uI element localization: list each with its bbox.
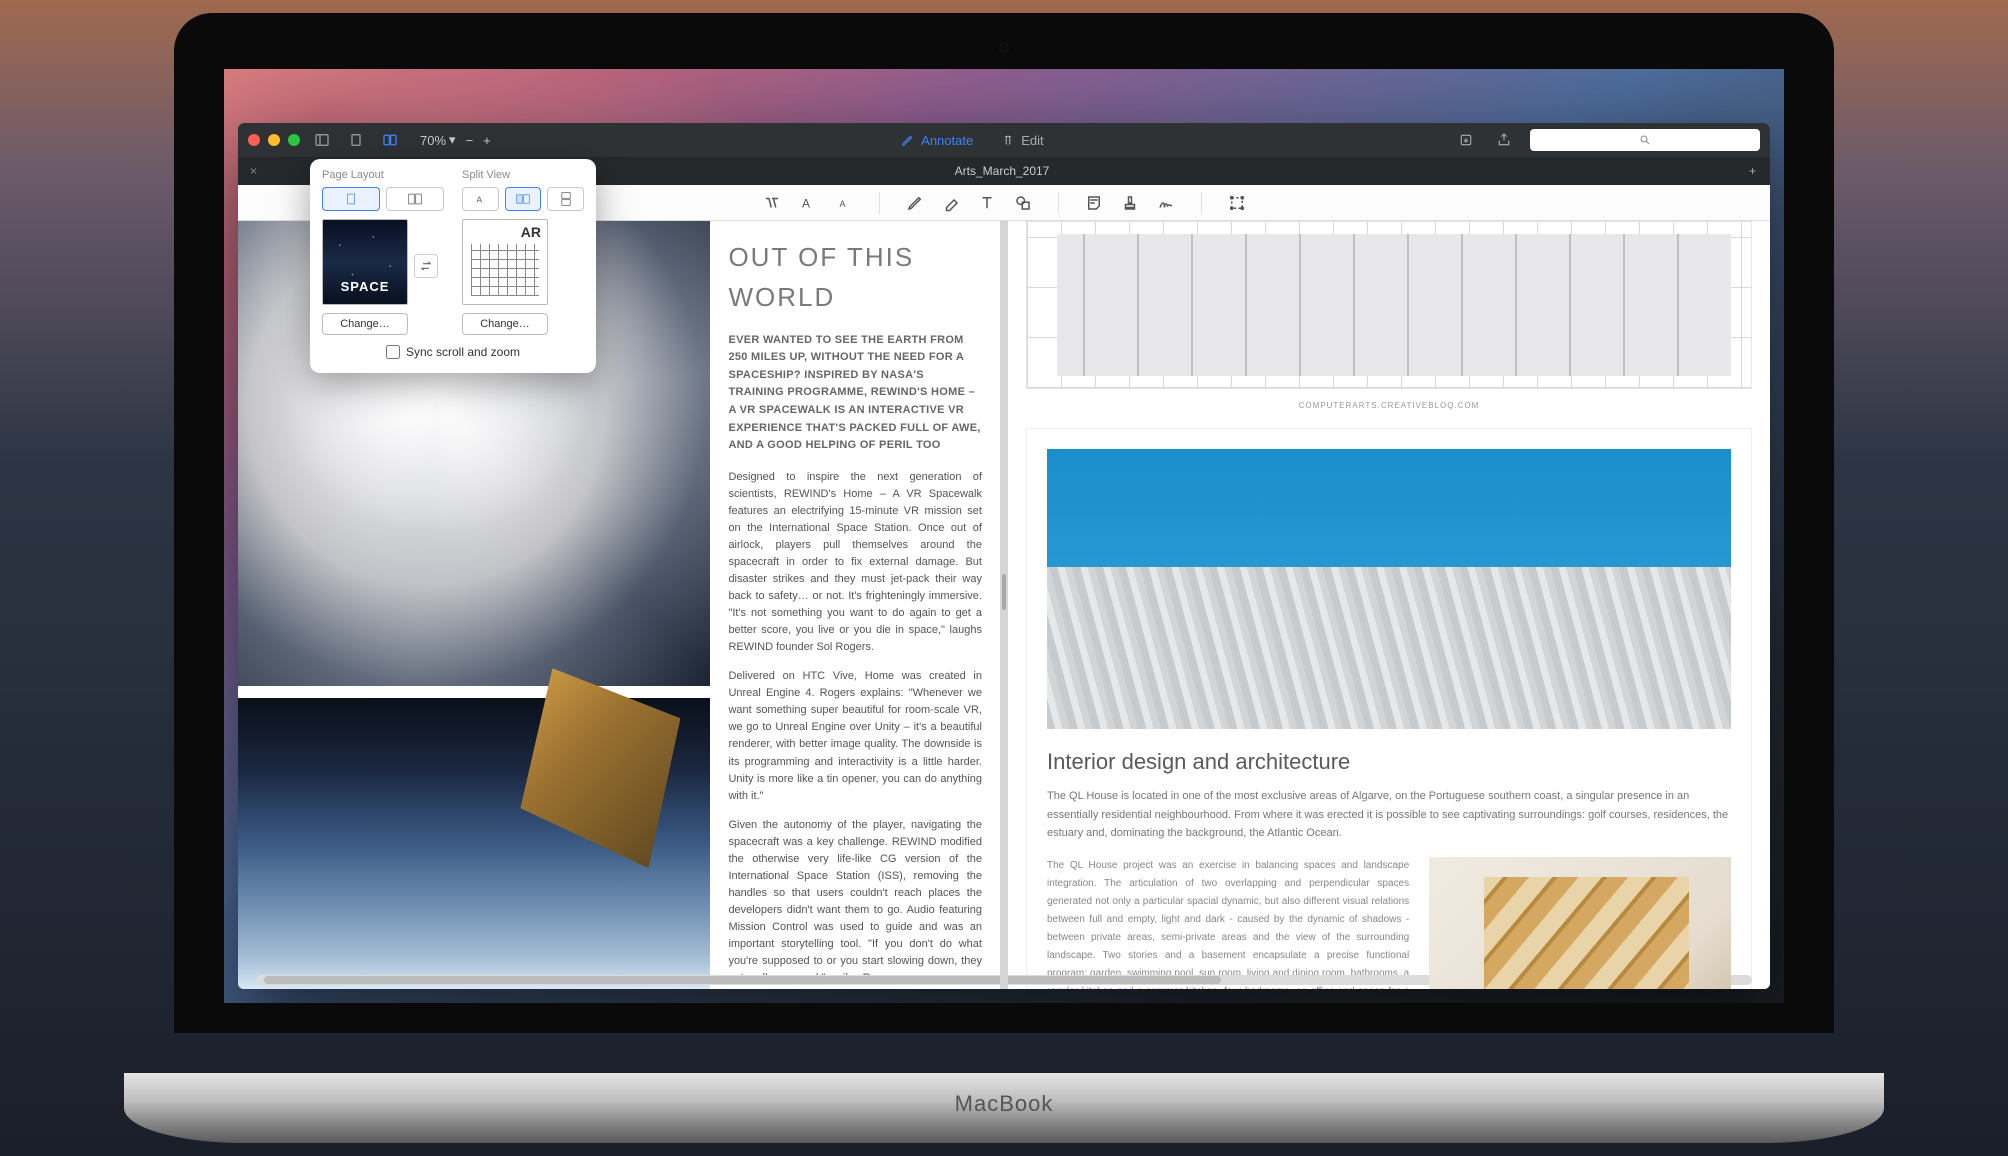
zoom-dropdown[interactable]: 70% ▾	[420, 132, 456, 148]
edit-button[interactable]: Edit	[1001, 133, 1043, 148]
page-layout-column: Page Layout SPACE Chang	[322, 169, 444, 335]
right-thumbnail	[462, 219, 548, 305]
single-page-option[interactable]	[322, 187, 380, 211]
split-view-segment: A	[462, 187, 584, 211]
screen-bezel: 70% ▾ − + Annotate	[174, 13, 1834, 1033]
font-decrease-icon[interactable]: A	[833, 192, 855, 214]
page-layout-label: Page Layout	[322, 169, 444, 181]
maximize-button[interactable]	[288, 134, 300, 146]
article-headline: OUT OF THIS WORLD	[728, 237, 982, 318]
annotate-button[interactable]: Annotate	[901, 133, 973, 148]
import-icon[interactable]	[1454, 130, 1478, 150]
split-vertical-option[interactable]	[547, 187, 584, 211]
swap-documents-button[interactable]	[414, 254, 438, 278]
zoom-value: 70%	[420, 133, 446, 148]
single-page-icon[interactable]	[344, 130, 368, 150]
sync-checkbox[interactable]	[386, 345, 400, 359]
change-right-button[interactable]: Change…	[462, 313, 548, 335]
toolbar-right	[1454, 129, 1760, 151]
interior-intro: The QL House is located in one of the mo…	[1047, 787, 1731, 843]
pencil-icon[interactable]	[904, 192, 926, 214]
tab-close-button[interactable]: ×	[238, 164, 269, 178]
split-off-option[interactable]: A	[462, 187, 499, 211]
staircase-photo	[1429, 857, 1731, 989]
share-icon[interactable]	[1492, 130, 1516, 150]
zoom-group: 70% ▾ − +	[420, 132, 491, 148]
edit-label: Edit	[1021, 133, 1043, 148]
toolbar-center: Annotate Edit	[901, 133, 1043, 148]
font-increase-icon[interactable]: A	[797, 192, 819, 214]
left-text-column: OUT OF THIS WORLD EVER WANTED TO SEE THE…	[710, 221, 1000, 989]
separator	[1201, 192, 1202, 214]
body-paragraph: Designed to inspire the next generation …	[728, 469, 982, 657]
site-url: COMPUTERARTS.CREATIVEBLOQ.COM	[1008, 401, 1770, 410]
separator	[1058, 192, 1059, 214]
minimize-button[interactable]	[268, 134, 280, 146]
architecture-elevation-drawing	[1026, 221, 1752, 389]
note-icon[interactable]	[1083, 192, 1105, 214]
separator	[879, 192, 880, 214]
article-body: Designed to inspire the next generation …	[728, 469, 982, 989]
body-paragraph: Given the autonomy of the player, naviga…	[728, 817, 982, 987]
close-button[interactable]	[248, 134, 260, 146]
svg-text:A: A	[802, 196, 810, 210]
chevron-down-icon: ▾	[449, 132, 456, 148]
sidebar-toggle-icon[interactable]	[310, 130, 334, 150]
macbook-frame: 70% ▾ − + Annotate	[124, 13, 1884, 1143]
annotate-label: Annotate	[921, 133, 973, 148]
interior-paragraph: The QL House project was an exercise in …	[1047, 857, 1409, 989]
app-window: 70% ▾ − + Annotate	[238, 123, 1770, 989]
split-view-icon[interactable]	[378, 130, 402, 150]
satellite-image	[238, 698, 710, 989]
split-horizontal-option[interactable]	[505, 187, 542, 211]
split-view-popover: Page Layout SPACE Chang	[310, 159, 596, 373]
interior-row: The QL House project was an exercise in …	[1047, 857, 1731, 989]
horizontal-scrollbar[interactable]	[256, 975, 1000, 985]
text-style-icon[interactable]	[761, 192, 783, 214]
split-view-label: Split View	[462, 169, 584, 181]
titlebar: 70% ▾ − + Annotate	[238, 123, 1770, 157]
search-icon	[1639, 134, 1651, 146]
search-input[interactable]	[1530, 129, 1760, 151]
zoom-out-button[interactable]: −	[466, 133, 474, 148]
sync-scroll-zoom[interactable]: Sync scroll and zoom	[322, 345, 584, 359]
split-divider[interactable]	[1000, 221, 1008, 989]
screen: 70% ▾ − + Annotate	[224, 69, 1784, 1003]
body-paragraph: Delivered on HTC Vive, Home was created …	[728, 668, 982, 804]
macbook-base: MacBook	[124, 1073, 1884, 1143]
sync-label: Sync scroll and zoom	[406, 345, 520, 359]
thumb-label: SPACE	[341, 279, 390, 294]
left-thumbnail: SPACE	[322, 219, 408, 305]
signature-icon[interactable]	[1155, 192, 1177, 214]
right-document-page: COMPUTERARTS.CREATIVEBLOQ.COM Interior d…	[1008, 221, 1770, 989]
two-page-option[interactable]	[386, 187, 444, 211]
stamp-icon[interactable]	[1119, 192, 1141, 214]
article-intro: EVER WANTED TO SEE THE EARTH FROM 250 MI…	[728, 332, 982, 455]
svg-text:A: A	[477, 195, 483, 205]
svg-text:A: A	[839, 198, 845, 208]
new-tab-button[interactable]: +	[1735, 164, 1770, 178]
selection-icon[interactable]	[1226, 192, 1248, 214]
change-left-button[interactable]: Change…	[322, 313, 408, 335]
traffic-lights	[248, 134, 300, 146]
macbook-label: MacBook	[124, 1073, 1884, 1117]
text-tool-icon[interactable]	[976, 192, 998, 214]
zoom-in-button[interactable]: +	[483, 133, 491, 148]
architecture-photo	[1047, 449, 1731, 729]
split-view-column: Split View A Change…	[462, 169, 584, 335]
eraser-icon[interactable]	[940, 192, 962, 214]
interior-headline: Interior design and architecture	[1047, 749, 1731, 775]
right-article-block: Interior design and architecture The QL …	[1026, 428, 1752, 989]
page-layout-segment	[322, 187, 444, 211]
camera-dot	[999, 43, 1009, 53]
shapes-icon[interactable]	[1012, 192, 1034, 214]
right-pane[interactable]: COMPUTERARTS.CREATIVEBLOQ.COM Interior d…	[1008, 221, 1770, 989]
